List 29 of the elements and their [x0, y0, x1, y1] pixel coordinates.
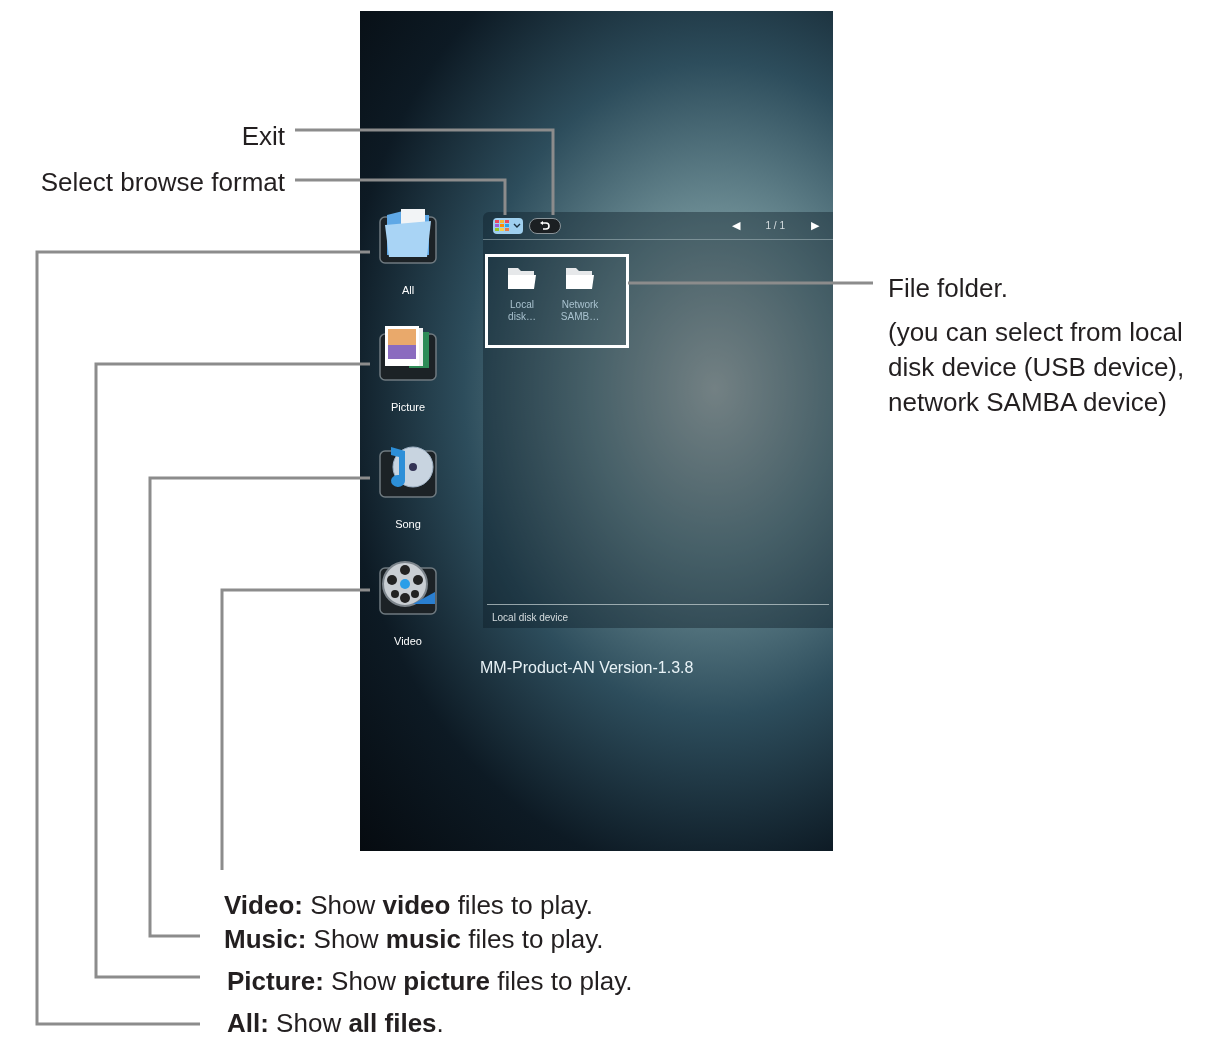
caret-icon — [513, 222, 521, 229]
folder-icon — [379, 207, 437, 265]
category-button[interactable]: Picture — [368, 324, 448, 441]
photo-stack-icon — [379, 324, 437, 382]
folder-button[interactable]: Local disk… — [498, 265, 546, 323]
exit-button[interactable] — [529, 217, 561, 234]
callout-text: Exit — [241, 120, 285, 152]
category-button[interactable]: All — [368, 207, 448, 324]
next-page-button[interactable]: ▶ — [811, 217, 819, 234]
callout-paragraph: (you can select from local disk device (USB device), network SAMBA device) — [888, 316, 1186, 419]
legend-text: Video: Show video files to play. — [224, 889, 594, 922]
legend-text: Picture: Show picture files to play. — [227, 965, 633, 998]
category-button[interactable]: Video — [368, 558, 448, 675]
folder-icon — [565, 265, 595, 291]
callout-text: Select browse format — [40, 166, 285, 198]
legend-text: Music: Show music files to play. — [224, 923, 605, 956]
previous-page-button[interactable]: ◀ — [731, 217, 740, 234]
film-reel-icon — [379, 558, 437, 616]
legend-text: All: Show all files. — [227, 1007, 445, 1039]
view-format-button[interactable] — [493, 217, 523, 234]
page-indicator: 1 / 1 — [765, 219, 785, 233]
back-arrow-icon — [539, 220, 551, 231]
category-button[interactable]: Song — [368, 441, 448, 558]
folder-icon — [507, 265, 537, 291]
color-grid-icon — [495, 219, 511, 232]
callout-text: File folder. — [888, 272, 1008, 304]
version-text: MM-Product-AN Version-1.3.8 — [480, 658, 695, 678]
folder-button[interactable]: Network SAMB… — [556, 265, 604, 323]
status-text: Local disk device — [492, 611, 570, 625]
